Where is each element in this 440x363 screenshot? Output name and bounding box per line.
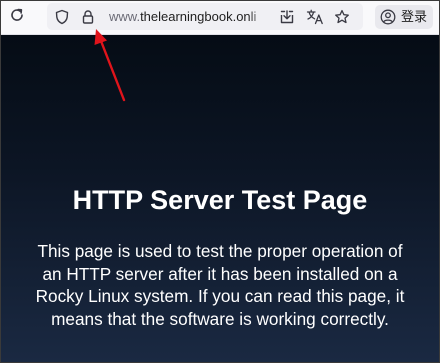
login-button[interactable]: 登录: [375, 5, 433, 29]
url-host: thelearningbook.onli: [140, 9, 257, 24]
account-avatar-icon: [379, 8, 397, 26]
download-page-icon[interactable]: [278, 8, 296, 26]
shield-icon[interactable]: [53, 8, 71, 26]
page-description: This page is used to test the proper ope…: [35, 241, 405, 329]
page-content: HTTP Server Test Page This page is used …: [1, 35, 439, 362]
address-bar[interactable]: www.thelearningbook.onli: [47, 3, 363, 30]
page-title: HTTP Server Test Page: [72, 185, 368, 215]
lock-icon[interactable]: [79, 8, 97, 26]
reload-icon: [9, 7, 25, 28]
url-text[interactable]: www.thelearningbook.onli: [109, 8, 267, 26]
browser-toolbar: www.thelearningbook.onli 登录: [1, 1, 439, 35]
translate-icon[interactable]: [306, 8, 324, 26]
reload-button[interactable]: [7, 7, 27, 27]
bookmark-star-icon[interactable]: [333, 8, 351, 26]
login-label: 登录: [401, 9, 428, 24]
browser-window: www.thelearningbook.onli 登录 HTTP Server …: [0, 0, 440, 363]
url-scheme: www.: [109, 9, 141, 24]
